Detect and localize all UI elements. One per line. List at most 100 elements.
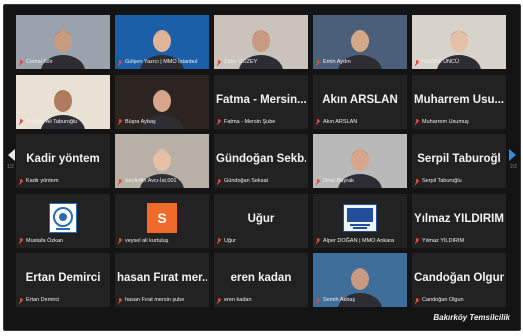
participant-name-text: Akın ARSLAN <box>323 118 358 125</box>
participant-name-text: Kadir yöntem <box>26 178 59 184</box>
mic-muted-icon <box>19 238 23 244</box>
participant-name-text: Yılmaz YILDIRIM <box>422 237 465 244</box>
participant-display-name: hasan Fırat mer... <box>117 272 207 284</box>
participant-name-label: Gülşen Yazıcı | MMO İstanbul <box>118 58 207 67</box>
mic-muted-icon <box>415 178 419 185</box>
mic-muted-icon <box>415 238 419 244</box>
participant-display-name: Serpil Taburoğl <box>417 153 501 165</box>
participant-name-text: Muharrem Usumuş <box>422 118 469 125</box>
participant-name-label: eren kadan <box>217 296 306 305</box>
participant-name-label: Cemal Bilir <box>19 58 108 67</box>
participant-display-name: Ertan Demirci <box>25 272 101 284</box>
avatar-logo <box>49 202 77 233</box>
participant-name-text: NAZİFE ÜNCÜ <box>422 59 459 65</box>
mic-muted-icon <box>217 59 221 66</box>
mic-muted-icon <box>118 178 122 185</box>
participant-display-name: Gündoğan Sekb... <box>216 153 306 165</box>
participant-name-text: Emin Aydın <box>323 59 351 65</box>
participant-tile[interactable]: Semih Akbaş <box>313 253 407 307</box>
participant-tile[interactable]: eren kadan eren kadan <box>214 253 308 307</box>
participant-tile[interactable]: Yılmaz YILDIRIM Yılmaz YILDIRIM <box>412 193 506 248</box>
mic-muted-icon <box>415 119 419 125</box>
screenshot: 1/2 2/2 Cemal Bilir Gülşen Yazıcı | MMO İ… <box>0 0 523 336</box>
meeting-gallery-window: 1/2 2/2 Cemal Bilir Gülşen Yazıcı | MMO İ… <box>3 4 521 331</box>
participant-display-name: Akın ARSLAN <box>322 93 398 106</box>
participant-name-label: Emin Aydın <box>316 58 405 67</box>
mic-muted-icon <box>217 178 221 185</box>
participant-tile[interactable]: Alper DOĞAN | MMO Ankara <box>313 193 407 248</box>
page-indicator-right: 2/2 <box>510 164 517 170</box>
mic-muted-icon <box>118 238 122 244</box>
participant-tile[interactable]: Serpil Taburoğl Serpil Taburoğlu <box>412 134 506 188</box>
participant-tile[interactable]: Gülşen Yazıcı | MMO İstanbul <box>115 15 209 69</box>
participant-tile[interactable]: NAZİFE ÜNCÜ <box>412 15 506 69</box>
participant-tile[interactable]: Fatma - Mersin... Fatma - Mersin Şube <box>214 74 308 129</box>
participant-name-label: Candoğan Olgun <box>415 296 504 305</box>
mic-muted-icon <box>217 119 221 125</box>
mic-muted-icon <box>316 297 320 304</box>
participant-name-text: Cemal Bilir <box>26 59 53 65</box>
participant-name-text: Semih Akbaş <box>323 297 356 303</box>
participant-name-label: NAZİFE ÜNCÜ <box>415 58 504 67</box>
mic-muted-icon <box>19 119 23 125</box>
participant-name-text: Gülşen Yazıcı | MMO İstanbul <box>125 59 198 65</box>
participant-name-text: eren kadan <box>224 297 252 303</box>
participant-tile[interactable]: Seyfettin Avcı-İst.001 <box>115 134 209 188</box>
participant-tile[interactable]: Akın ARSLAN Akın ARSLAN <box>313 74 407 129</box>
participant-tile[interactable]: Muharrem Usu... Muharrem Usumuş <box>412 74 506 129</box>
participant-tile[interactable]: hasan Fırat mer... hasan Fırat mersin şub… <box>115 253 209 307</box>
mic-muted-icon <box>118 297 122 304</box>
participant-grid: Cemal Bilir Gülşen Yazıcı | MMO İstanbul Z… <box>16 15 510 307</box>
participant-tile[interactable]: Büşra Aybaş <box>115 74 209 129</box>
avatar-logo: S <box>147 202 177 233</box>
participant-tile[interactable]: Gündoğan Sekb... Gündoğan Seksat <box>214 134 308 188</box>
participant-name-text: Zafer GÜZEY <box>224 59 258 65</box>
participant-tile[interactable]: İbrahim Ali Taburoğlu <box>16 74 110 129</box>
participant-name-label: İbrahim Ali Taburoğlu <box>19 118 108 127</box>
watermark-text: Bakırköy Temsilcilik <box>433 313 510 322</box>
participant-display-name: eren kadan <box>230 272 292 284</box>
participant-name-label: hasan Fırat mersin şube <box>118 296 207 305</box>
mic-muted-icon <box>217 297 221 304</box>
mic-muted-icon <box>19 297 23 304</box>
mic-muted-icon <box>415 297 419 304</box>
participant-name-label: Mustafa Özkan <box>19 237 108 246</box>
participant-tile[interactable]: Mustafa Özkan <box>16 193 110 248</box>
participant-tile[interactable]: Emin Aydın <box>313 15 407 69</box>
participant-name-text: Serpil Taburoğlu <box>422 178 462 184</box>
participant-tile[interactable]: Cemal Bilir <box>16 15 110 69</box>
participant-name-label: Yılmaz YILDIRIM <box>415 237 504 246</box>
participant-name-label: Muharrem Usumuş <box>415 118 504 127</box>
participant-name-label: Seyfettin Avcı-İst.001 <box>118 177 207 186</box>
participant-display-name: Fatma - Mersin... <box>216 93 306 106</box>
page-indicator-left: 1/2 <box>7 164 14 170</box>
mic-muted-icon <box>217 238 221 244</box>
mic-muted-icon <box>316 238 320 244</box>
participant-name-label: Uğur <box>217 237 306 246</box>
participant-name-text: Mustafa Özkan <box>26 237 63 244</box>
participant-name-label: Ertan Demirci <box>19 296 108 305</box>
participant-tile[interactable]: Ertan Demirci Ertan Demirci <box>16 253 110 307</box>
participant-name-label: Semih Akbaş <box>316 296 405 305</box>
mic-muted-icon <box>316 59 320 66</box>
participant-name-label: Onur Bayrak <box>316 177 405 186</box>
participant-name-text: hasan Fırat mersin şube <box>125 297 185 303</box>
participant-display-name: Yılmaz YILDIRIM <box>414 212 504 225</box>
participant-name-text: Fatma - Mersin Şube <box>224 118 276 125</box>
chevron-left-icon <box>8 149 15 161</box>
mic-muted-icon <box>19 178 23 185</box>
participant-tile[interactable]: Zafer GÜZEY <box>214 15 308 69</box>
participant-display-name: Candoğan Olgun <box>414 272 504 284</box>
participant-tile[interactable]: Uğur Uğur <box>214 193 308 248</box>
participant-tile[interactable]: Sveysel ali kurtuluş <box>115 193 209 248</box>
participant-name-text: Gündoğan Seksat <box>224 178 269 184</box>
participant-name-label: Fatma - Mersin Şube <box>217 118 306 127</box>
participant-tile[interactable]: Candoğan Olgun Candoğan Olgun <box>412 253 506 307</box>
participant-name-text: Onur Bayrak <box>323 178 354 184</box>
participant-tile[interactable]: Onur Bayrak <box>313 134 407 188</box>
participant-name-label: veysel ali kurtuluş <box>118 237 207 246</box>
participant-name-label: Gündoğan Seksat <box>217 177 306 186</box>
participant-tile[interactable]: Kadir yöntem Kadir yöntem <box>16 134 110 188</box>
participant-name-label: Kadir yöntem <box>19 177 108 186</box>
participant-display-name: Uğur <box>247 212 275 225</box>
